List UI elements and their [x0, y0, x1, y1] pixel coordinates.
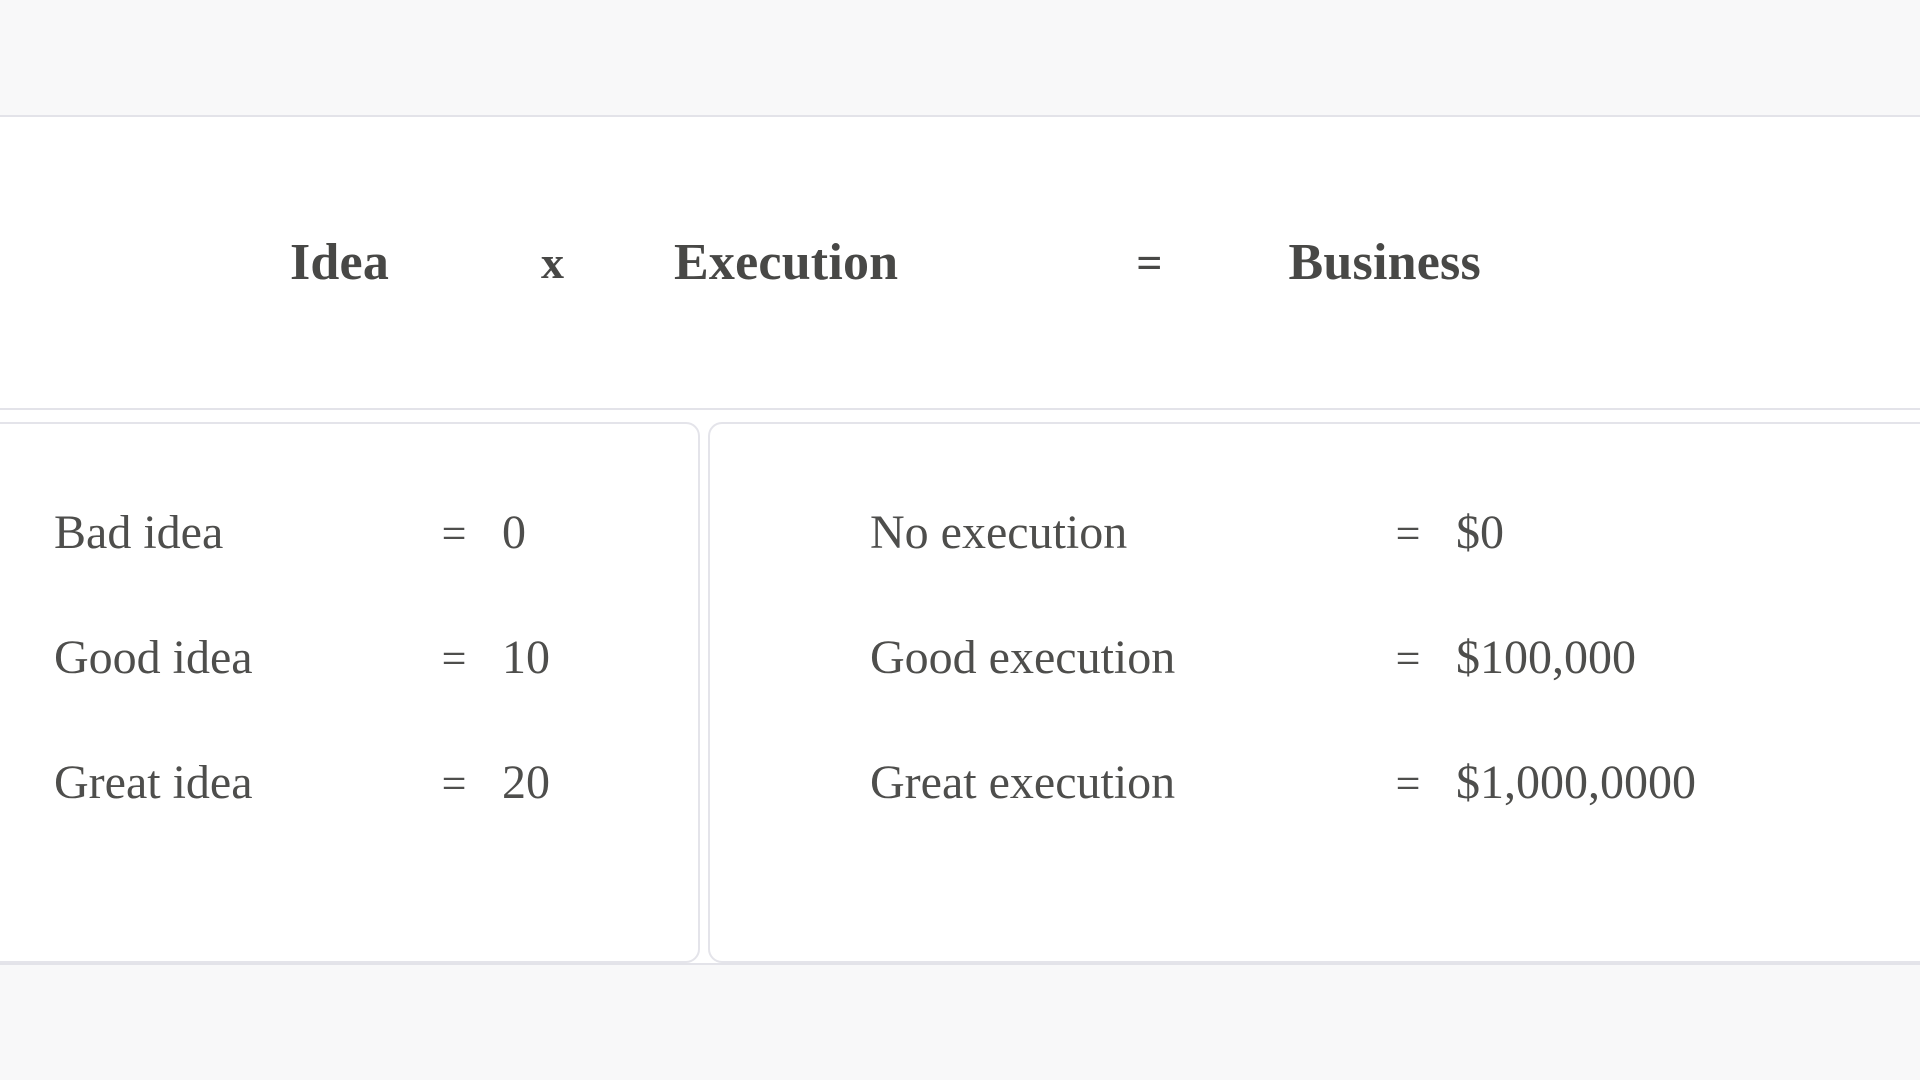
execution-row-label: Good execution: [870, 631, 1176, 684]
idea-row-equals: =: [441, 634, 467, 683]
execution-panel-card: No execution = $0 Good execution = $100,…: [708, 422, 1920, 963]
execution-row-equals: =: [1395, 509, 1421, 558]
table-row: Good execution = $100,000: [870, 630, 1920, 755]
table-row: Bad idea = 0: [54, 505, 698, 630]
table-row: Great idea = 20: [54, 755, 698, 880]
header-operator-equals: =: [1136, 237, 1163, 288]
idea-row-label: Bad idea: [54, 506, 224, 559]
header-term-business: Business: [1288, 234, 1481, 291]
execution-row-label: No execution: [870, 506, 1128, 559]
top-background-strip: [0, 0, 1920, 117]
execution-panel-rows: No execution = $0 Good execution = $100,…: [870, 424, 1920, 961]
idea-row-label: Good idea: [54, 631, 253, 684]
bottom-background-strip: [0, 963, 1920, 1080]
execution-row-label: Great execution: [870, 756, 1176, 809]
page-root: Idea x Execution = Business Bad idea = 0…: [0, 0, 1920, 1080]
cards-container: Bad idea = 0 Good idea = 10 Great idea =…: [0, 410, 1920, 963]
idea-row-equals: =: [441, 759, 467, 808]
execution-row-equals: =: [1395, 634, 1421, 683]
idea-row-equals: =: [441, 509, 467, 558]
idea-row-label: Great idea: [54, 756, 253, 809]
idea-panel-rows: Bad idea = 0 Good idea = 10 Great idea =…: [54, 424, 698, 961]
formula-header-band: Idea x Execution = Business: [0, 117, 1920, 410]
formula-header: Idea x Execution = Business: [0, 117, 1920, 408]
execution-row-value: $100,000: [1456, 631, 1636, 684]
table-row: Great execution = $1,000,0000: [870, 755, 1920, 880]
execution-row-equals: =: [1395, 759, 1421, 808]
execution-row-value: $0: [1456, 506, 1504, 559]
idea-row-value: 10: [502, 631, 550, 684]
table-row: No execution = $0: [870, 505, 1920, 630]
header-operator-multiply: x: [541, 237, 565, 288]
table-row: Good idea = 10: [54, 630, 698, 755]
idea-row-value: 20: [502, 756, 550, 809]
header-term-execution: Execution: [674, 234, 899, 291]
execution-row-value: $1,000,0000: [1456, 756, 1696, 809]
idea-row-value: 0: [502, 506, 526, 559]
idea-panel-card: Bad idea = 0 Good idea = 10 Great idea =…: [0, 422, 700, 963]
header-term-idea: Idea: [290, 234, 390, 291]
